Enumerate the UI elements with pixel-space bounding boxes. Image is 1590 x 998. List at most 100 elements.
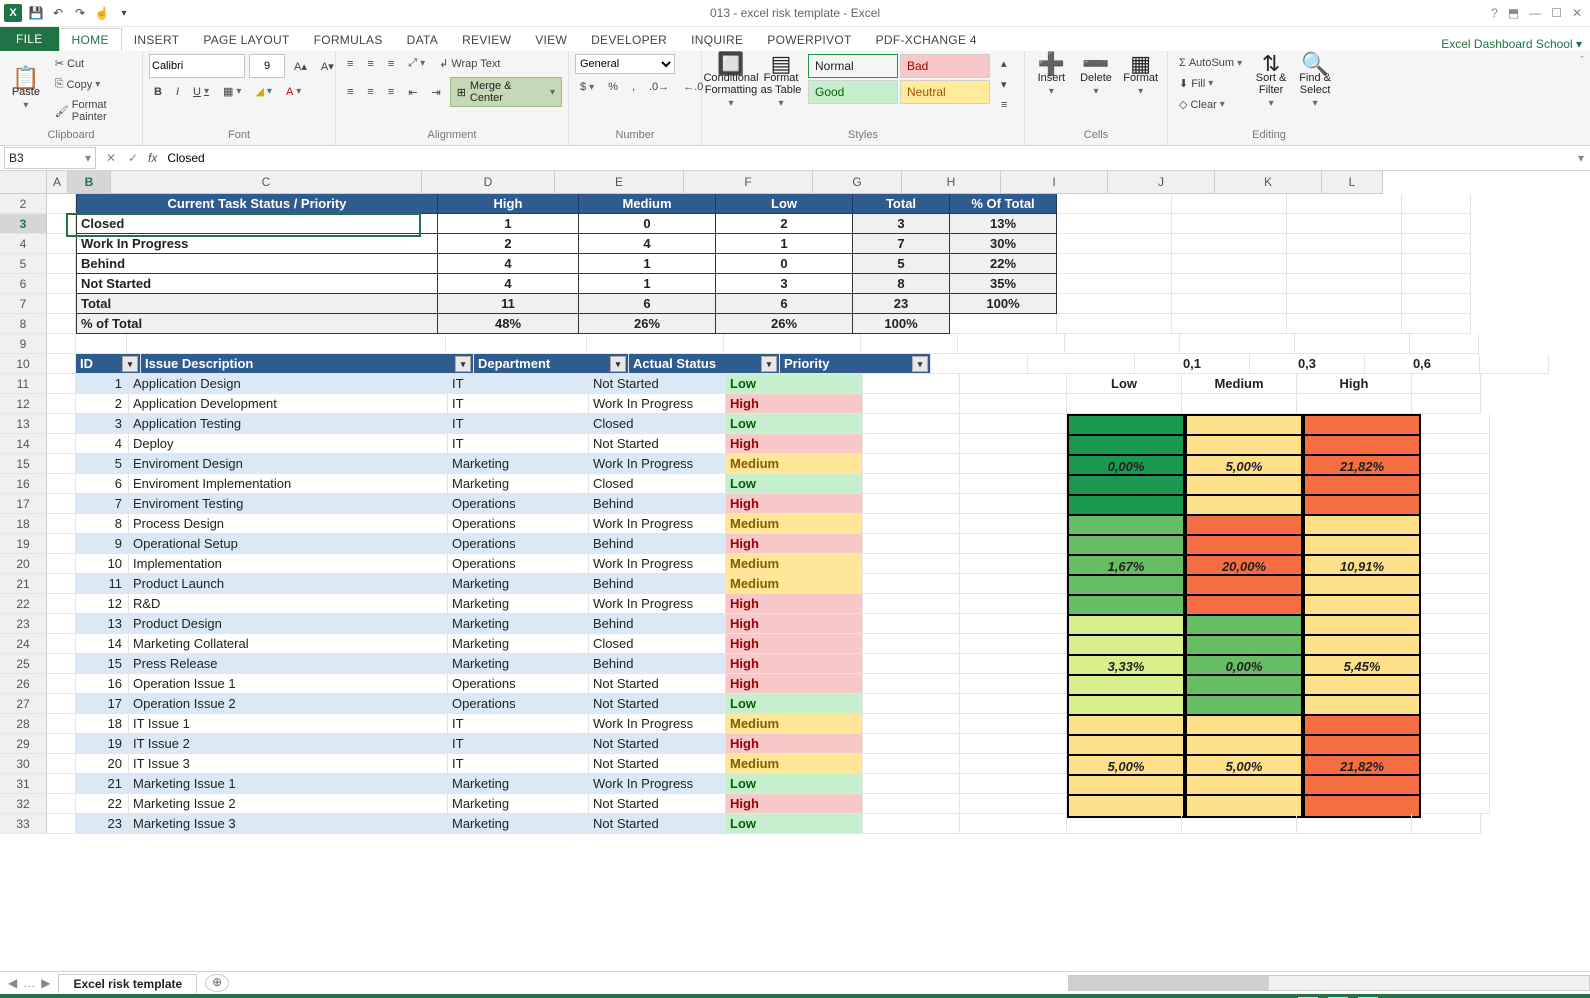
issue-priority[interactable]: High: [726, 394, 863, 414]
issue-desc[interactable]: Marketing Collateral: [129, 634, 448, 654]
issue-status[interactable]: Not Started: [589, 814, 726, 834]
cell[interactable]: [47, 354, 76, 374]
sheet-nav-next-icon[interactable]: ▶: [41, 976, 50, 990]
issue-priority[interactable]: High: [726, 434, 863, 454]
increase-font-icon[interactable]: A▴: [289, 57, 312, 76]
cell[interactable]: [47, 674, 76, 694]
undo-icon[interactable]: ↶: [50, 5, 66, 21]
styles-scroll-down-icon[interactable]: ▾: [996, 75, 1012, 94]
matrix-label[interactable]: Medium: [1182, 374, 1297, 394]
cell[interactable]: [47, 654, 76, 674]
qat-customize-icon[interactable]: ▾: [116, 5, 132, 21]
col-H[interactable]: H: [902, 171, 1001, 194]
cell[interactable]: [960, 374, 1067, 394]
issue-status[interactable]: Work In Progress: [589, 714, 726, 734]
row-header[interactable]: 32: [0, 794, 47, 814]
row-header[interactable]: 2: [0, 194, 47, 214]
cell[interactable]: [1287, 254, 1402, 274]
align-top-icon[interactable]: ≡: [342, 55, 358, 73]
cell[interactable]: [1057, 274, 1172, 294]
cell[interactable]: [950, 314, 1057, 334]
issue-status[interactable]: Not Started: [589, 754, 726, 774]
status-header[interactable]: Total: [853, 194, 950, 214]
cell[interactable]: 11: [438, 294, 579, 314]
cell[interactable]: [47, 454, 76, 474]
cell[interactable]: [1421, 614, 1490, 634]
issue-priority[interactable]: High: [726, 534, 863, 554]
issue-priority[interactable]: Low: [726, 414, 863, 434]
issue-desc[interactable]: Process Design: [129, 514, 448, 534]
cell[interactable]: [1480, 354, 1549, 374]
filter-dropdown-icon[interactable]: ▾: [912, 356, 928, 372]
name-box[interactable]: B3▾: [4, 147, 96, 169]
row-header[interactable]: 23: [0, 614, 47, 634]
cell[interactable]: [47, 214, 76, 234]
delete-cells-button[interactable]: ➖Delete▾: [1076, 54, 1117, 98]
matrix-num[interactable]: 0,6: [1365, 354, 1480, 374]
close-icon[interactable]: ✕: [1572, 6, 1582, 20]
cell[interactable]: [863, 634, 960, 654]
issue-header-dept[interactable]: Department▾: [474, 354, 629, 374]
cell[interactable]: 26%: [579, 314, 716, 334]
cell[interactable]: [960, 414, 1067, 434]
issue-status[interactable]: Behind: [589, 534, 726, 554]
cell[interactable]: [724, 334, 861, 354]
cell[interactable]: [47, 294, 76, 314]
cell[interactable]: [47, 234, 76, 254]
style-neutral[interactable]: Neutral: [900, 80, 990, 104]
issue-priority[interactable]: Medium: [726, 754, 863, 774]
cell[interactable]: [47, 614, 76, 634]
issue-desc[interactable]: IT Issue 2: [129, 734, 448, 754]
orientation-icon[interactable]: ⤢ ▾: [403, 54, 430, 73]
row-header[interactable]: 18: [0, 514, 47, 534]
enter-formula-icon[interactable]: ✓: [122, 151, 144, 165]
issue-id[interactable]: 2: [76, 394, 129, 414]
tab-home[interactable]: HOME: [59, 28, 122, 51]
issue-priority[interactable]: Medium: [726, 714, 863, 734]
fill-color-button[interactable]: ◢ ▾: [250, 82, 277, 101]
issue-desc[interactable]: IT Issue 3: [129, 754, 448, 774]
issue-status[interactable]: Behind: [589, 494, 726, 514]
format-cells-button[interactable]: ▦Format▾: [1120, 54, 1161, 98]
cell[interactable]: [1057, 214, 1172, 234]
cell[interactable]: [1421, 454, 1490, 474]
issue-status[interactable]: Work In Progress: [589, 514, 726, 534]
cell[interactable]: [863, 774, 960, 794]
cell[interactable]: [960, 454, 1067, 474]
cell[interactable]: [863, 674, 960, 694]
paste-button[interactable]: 📋Paste▾: [6, 68, 46, 112]
status-low[interactable]: 1: [716, 234, 853, 254]
row-header[interactable]: 15: [0, 454, 47, 474]
tab-insert[interactable]: INSERT: [122, 29, 192, 51]
issue-status[interactable]: Not Started: [589, 694, 726, 714]
issue-dept[interactable]: Operations: [448, 514, 589, 534]
issue-priority[interactable]: Low: [726, 774, 863, 794]
row-header[interactable]: 5: [0, 254, 47, 274]
row-header[interactable]: 10: [0, 354, 47, 374]
issue-id[interactable]: 23: [76, 814, 129, 834]
cell[interactable]: [960, 594, 1067, 614]
sheet-nav-first-icon[interactable]: ◀: [8, 976, 17, 990]
issue-status[interactable]: Work In Progress: [589, 594, 726, 614]
issue-priority[interactable]: Low: [726, 374, 863, 394]
cell[interactable]: [863, 434, 960, 454]
ribbon-display-icon[interactable]: ⬒: [1508, 6, 1519, 20]
issue-priority[interactable]: High: [726, 614, 863, 634]
issue-priority[interactable]: Medium: [726, 554, 863, 574]
issue-id[interactable]: 18: [76, 714, 129, 734]
issue-status[interactable]: Work In Progress: [589, 454, 726, 474]
cell[interactable]: [960, 794, 1067, 814]
issue-dept[interactable]: IT: [448, 414, 589, 434]
copy-button[interactable]: ⎘ Copy ▾: [50, 75, 136, 94]
cell[interactable]: [1057, 294, 1172, 314]
tab-file[interactable]: FILE: [0, 27, 59, 51]
cell[interactable]: [863, 574, 960, 594]
sheet-tab[interactable]: Excel risk template: [58, 974, 197, 993]
issue-dept[interactable]: IT: [448, 374, 589, 394]
cell[interactable]: [960, 694, 1067, 714]
cell[interactable]: 23: [853, 294, 950, 314]
cell[interactable]: [1421, 714, 1490, 734]
issue-id[interactable]: 11: [76, 574, 129, 594]
status-pct-label[interactable]: % of Total: [76, 314, 438, 334]
status-low[interactable]: 3: [716, 274, 853, 294]
